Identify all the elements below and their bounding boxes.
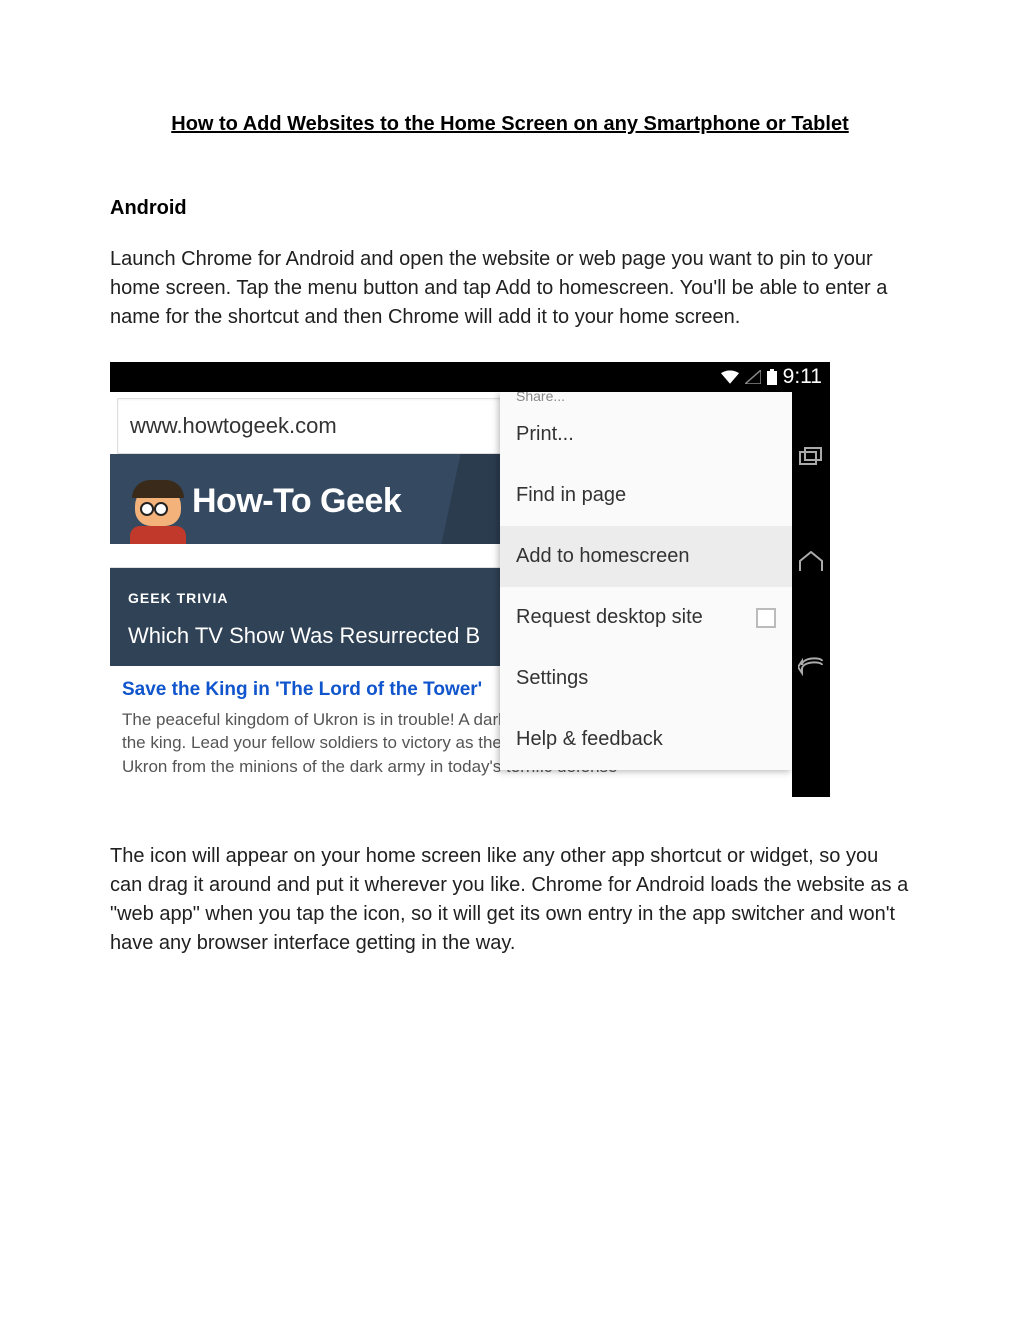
chrome-overflow-menu: Share... Print... Find in page Add to ho… (500, 392, 792, 770)
menu-item-find-in-page[interactable]: Find in page (500, 465, 792, 526)
desktop-site-checkbox[interactable] (756, 608, 776, 628)
section-heading-android: Android (110, 194, 910, 223)
followup-paragraph: The icon will appear on your home screen… (110, 842, 910, 958)
site-mascot-icon (128, 480, 188, 544)
menu-item-request-desktop[interactable]: Request desktop site (500, 587, 792, 648)
menu-item-help[interactable]: Help & feedback (500, 709, 792, 770)
site-name: How-To Geek (192, 477, 401, 526)
menu-item-add-to-homescreen[interactable]: Add to homescreen (500, 526, 792, 587)
status-bar: 9:11 (110, 362, 830, 392)
android-nav-bar (792, 392, 830, 797)
status-time: 9:11 (783, 362, 822, 392)
battery-icon (767, 369, 777, 385)
back-icon[interactable] (798, 657, 824, 686)
menu-item-share[interactable]: Share... (500, 392, 792, 404)
menu-item-label: Request desktop site (516, 603, 703, 632)
document-title: How to Add Websites to the Home Screen o… (110, 110, 910, 139)
menu-item-settings[interactable]: Settings (500, 648, 792, 709)
home-icon[interactable] (798, 551, 824, 582)
intro-paragraph: Launch Chrome for Android and open the w… (110, 245, 910, 332)
android-screenshot: 9:11 www.howtogeek.com How-To Geek GEEK … (110, 362, 830, 797)
wifi-icon (721, 370, 739, 384)
signal-icon (745, 370, 761, 384)
menu-item-print[interactable]: Print... (500, 404, 792, 465)
recent-apps-icon[interactable] (799, 447, 823, 476)
